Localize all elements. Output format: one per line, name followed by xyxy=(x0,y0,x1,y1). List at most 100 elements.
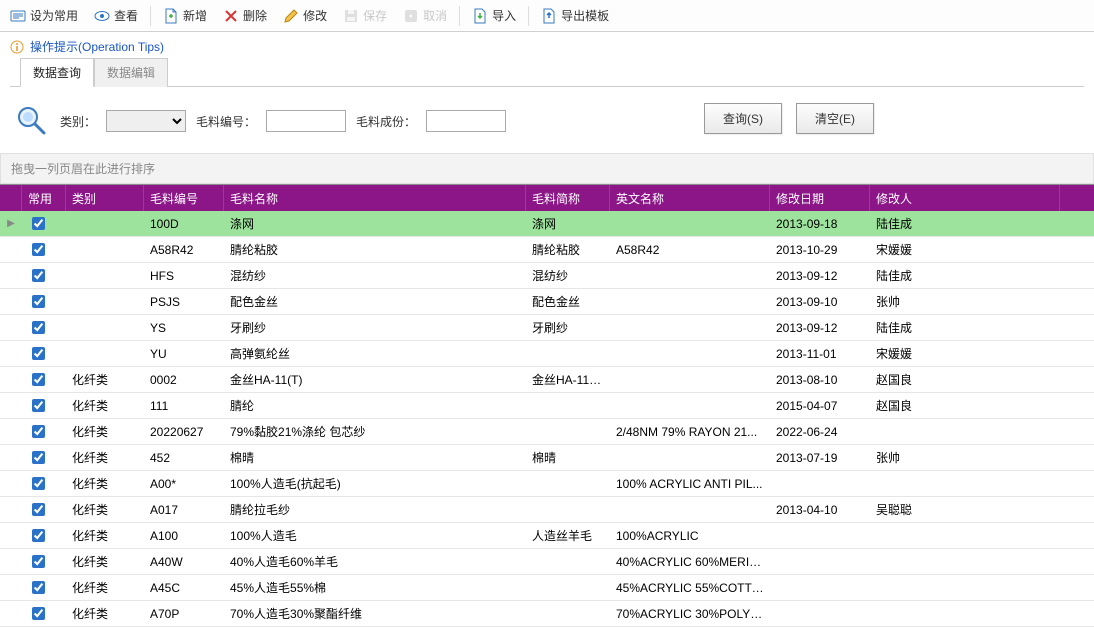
cell-common[interactable] xyxy=(22,578,66,597)
import-button[interactable]: 导入 xyxy=(466,5,522,26)
cell-date: 2013-07-19 xyxy=(770,451,870,465)
common-checkbox[interactable] xyxy=(32,607,45,620)
common-checkbox[interactable] xyxy=(32,425,45,438)
category-select[interactable] xyxy=(106,110,186,132)
common-checkbox[interactable] xyxy=(32,503,45,516)
code-input[interactable] xyxy=(266,110,346,132)
common-checkbox[interactable] xyxy=(32,399,45,412)
composition-input[interactable] xyxy=(426,110,506,132)
import-label: 导入 xyxy=(492,7,516,24)
data-grid: 常用 类别 毛料编号 毛料名称 毛料简称 英文名称 修改日期 修改人 ▶100D… xyxy=(0,184,1094,627)
view-button[interactable]: 查看 xyxy=(88,5,144,26)
cell-common[interactable] xyxy=(22,474,66,493)
cell-category: 化纤类 xyxy=(66,553,144,570)
common-checkbox[interactable] xyxy=(32,295,45,308)
cell-code: 452 xyxy=(144,451,224,465)
table-row[interactable]: YS牙刷纱牙刷纱2013-09-12陆佳成 xyxy=(0,315,1094,341)
cell-common[interactable] xyxy=(22,240,66,259)
cell-common[interactable] xyxy=(22,604,66,623)
cell-abbr: 混纺纱 xyxy=(526,267,610,284)
common-checkbox[interactable] xyxy=(32,477,45,490)
delete-icon xyxy=(223,8,239,24)
set-common-button[interactable]: 设为常用 xyxy=(4,5,84,26)
cell-category: 化纤类 xyxy=(66,527,144,544)
common-checkbox[interactable] xyxy=(32,321,45,334)
col-name[interactable]: 毛料名称 xyxy=(224,185,526,211)
cell-common[interactable] xyxy=(22,370,66,389)
tab-data-edit[interactable]: 数据编辑 xyxy=(94,58,168,87)
cell-common[interactable] xyxy=(22,526,66,545)
common-checkbox[interactable] xyxy=(32,243,45,256)
main-toolbar: 设为常用 查看 新增 删除 修改 保存 取消 导入 导出模板 xyxy=(0,0,1094,32)
cell-common[interactable] xyxy=(22,500,66,519)
common-checkbox[interactable] xyxy=(32,529,45,542)
common-checkbox[interactable] xyxy=(32,581,45,594)
new-icon xyxy=(163,8,179,24)
info-icon xyxy=(10,40,24,54)
table-row[interactable]: 化纤类A017腈纶拉毛纱2013-04-10吴聪聪 xyxy=(0,497,1094,523)
col-abbr[interactable]: 毛料简称 xyxy=(526,185,610,211)
table-row[interactable]: 化纤类A40W40%人造毛60%羊毛40%ACRYLIC 60%MERIN... xyxy=(0,549,1094,575)
cell-common[interactable] xyxy=(22,422,66,441)
view-label: 查看 xyxy=(114,7,138,24)
cell-code: A00* xyxy=(144,477,224,491)
tab-data-query[interactable]: 数据查询 xyxy=(20,58,94,87)
table-row[interactable]: 化纤类111腈纶2015-04-07赵国良 xyxy=(0,393,1094,419)
table-row[interactable]: ▶100D涤网涤网2013-09-18陆佳成 xyxy=(0,211,1094,237)
common-checkbox[interactable] xyxy=(32,373,45,386)
cell-date: 2013-10-29 xyxy=(770,243,870,257)
save-icon xyxy=(343,8,359,24)
new-button[interactable]: 新增 xyxy=(157,5,213,26)
cell-abbr: 金丝HA-11(T) xyxy=(526,371,610,388)
table-row[interactable]: PSJS配色金丝配色金丝2013-09-10张帅 xyxy=(0,289,1094,315)
cell-common[interactable] xyxy=(22,552,66,571)
col-en[interactable]: 英文名称 xyxy=(610,185,770,211)
col-user[interactable]: 修改人 xyxy=(870,185,1060,211)
cell-common[interactable] xyxy=(22,266,66,285)
cell-user: 吴聪聪 xyxy=(870,501,1060,518)
table-row[interactable]: 化纤类A45C45%人造毛55%棉45%ACRYLIC 55%COTTON xyxy=(0,575,1094,601)
cell-common[interactable] xyxy=(22,318,66,337)
cell-user: 陆佳成 xyxy=(870,267,1060,284)
table-row[interactable]: 化纤类2022062779%黏胶21%涤纶 包芯纱2/48NM 79% RAYO… xyxy=(0,419,1094,445)
common-checkbox[interactable] xyxy=(32,555,45,568)
clear-button[interactable]: 清空(E) xyxy=(796,103,874,134)
table-row[interactable]: 化纤类A00*100%人造毛(抗起毛)100% ACRYLIC ANTI PIL… xyxy=(0,471,1094,497)
cell-abbr: 涤网 xyxy=(526,215,610,232)
cell-category: 化纤类 xyxy=(66,449,144,466)
cell-category: 化纤类 xyxy=(66,423,144,440)
common-checkbox[interactable] xyxy=(32,269,45,282)
operation-tips-link[interactable]: 操作提示(Operation Tips) xyxy=(30,38,164,55)
grid-header: 常用 类别 毛料编号 毛料名称 毛料简称 英文名称 修改日期 修改人 xyxy=(0,185,1094,211)
cell-date: 2022-06-24 xyxy=(770,425,870,439)
cell-common[interactable] xyxy=(22,344,66,363)
delete-button[interactable]: 删除 xyxy=(217,5,273,26)
table-row[interactable]: YU高弹氨纶丝2013-11-01宋媛媛 xyxy=(0,341,1094,367)
col-category[interactable]: 类别 xyxy=(66,185,144,211)
table-row[interactable]: A58R42腈纶粘胶腈纶粘胶A58R422013-10-29宋媛媛 xyxy=(0,237,1094,263)
cell-common[interactable] xyxy=(22,292,66,311)
common-checkbox[interactable] xyxy=(32,347,45,360)
table-row[interactable]: 化纤类A100100%人造毛人造丝羊毛100%ACRYLIC xyxy=(0,523,1094,549)
cell-common[interactable] xyxy=(22,396,66,415)
col-common[interactable]: 常用 xyxy=(22,185,66,211)
groupby-panel[interactable]: 拖曳一列页眉在此进行排序 xyxy=(0,153,1094,184)
export-template-button[interactable]: 导出模板 xyxy=(535,5,615,26)
col-date[interactable]: 修改日期 xyxy=(770,185,870,211)
table-row[interactable]: HFS混纺纱混纺纱2013-09-12陆佳成 xyxy=(0,263,1094,289)
cell-common[interactable] xyxy=(22,448,66,467)
cell-user: 陆佳成 xyxy=(870,319,1060,336)
common-checkbox[interactable] xyxy=(32,451,45,464)
query-button[interactable]: 查询(S) xyxy=(704,103,782,134)
table-row[interactable]: 化纤类0002金丝HA-11(T)金丝HA-11(T)2013-08-10赵国良 xyxy=(0,367,1094,393)
table-row[interactable]: 化纤类452棉晴棉晴2013-07-19张帅 xyxy=(0,445,1094,471)
cell-common[interactable] xyxy=(22,214,66,233)
cell-date: 2013-04-10 xyxy=(770,503,870,517)
cell-category: 化纤类 xyxy=(66,501,144,518)
modify-button[interactable]: 修改 xyxy=(277,5,333,26)
common-checkbox[interactable] xyxy=(32,217,45,230)
col-code[interactable]: 毛料编号 xyxy=(144,185,224,211)
cell-date: 2013-09-12 xyxy=(770,269,870,283)
table-row[interactable]: 化纤类A70P70%人造毛30%聚酯纤维70%ACRYLIC 30%POLYE.… xyxy=(0,601,1094,627)
toolbar-separator xyxy=(528,6,529,26)
